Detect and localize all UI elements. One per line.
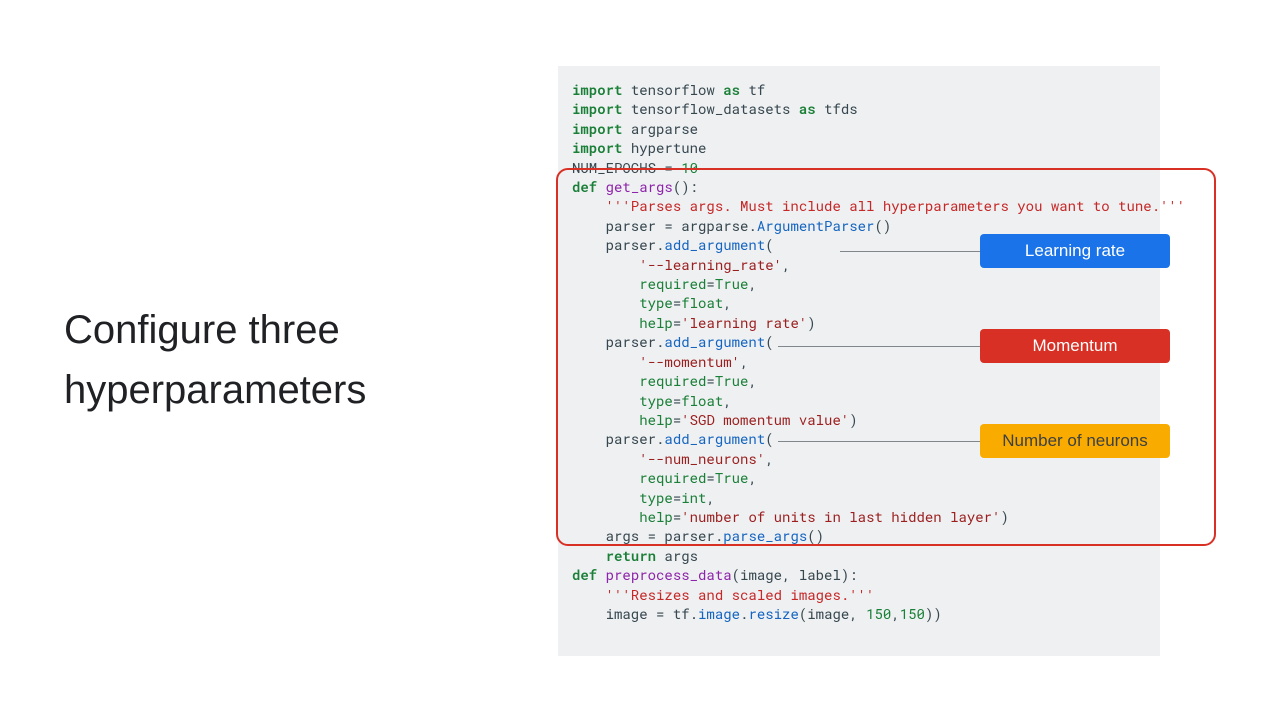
tok: preprocess_data [606, 565, 732, 584]
tok: = [673, 293, 681, 312]
tok: float [681, 293, 723, 312]
tok: parser = argparse. [572, 216, 757, 235]
tok: type [572, 391, 673, 410]
tok: import [572, 119, 622, 138]
tok: ( [765, 332, 773, 351]
tok: hypertune [622, 138, 706, 157]
tok: as [723, 80, 740, 99]
tok: parse_args [723, 526, 807, 545]
tok: ( [765, 429, 773, 448]
tok: def [572, 177, 606, 196]
tok: 150 [866, 604, 891, 623]
tok: type [572, 488, 673, 507]
tok: = [706, 371, 714, 390]
tok: ) [849, 410, 857, 429]
tok: argparse [622, 119, 698, 138]
tok: import [572, 80, 622, 99]
tok: add_argument [664, 332, 765, 351]
tok: 'number of units in last hidden layer' [681, 507, 1000, 526]
tok: 'SGD momentum value' [681, 410, 849, 429]
tok: (): [673, 177, 698, 196]
tok: float [681, 391, 723, 410]
tok: tfds [816, 99, 858, 118]
tok: )) [925, 604, 942, 623]
tok: int [681, 488, 706, 507]
tok: ) [1001, 507, 1009, 526]
tok: ArgumentParser [757, 216, 875, 235]
tok: , [740, 352, 748, 371]
tok: image [698, 604, 740, 623]
tok: help [572, 313, 673, 332]
tok: parser. [572, 332, 664, 351]
tok: import [572, 99, 622, 118]
tok: NUM_EPOCHS = [572, 158, 681, 177]
tok: = [706, 274, 714, 293]
tok: ( [765, 235, 773, 254]
tok: () [874, 216, 891, 235]
tok: (image, label): [732, 565, 858, 584]
tok: '--momentum' [572, 352, 740, 371]
tok: 150 [900, 604, 925, 623]
tok: , [748, 468, 756, 487]
tok: 'learning rate' [681, 313, 807, 332]
tok: args [664, 546, 698, 565]
slide-title: Configure three hyperparameters [64, 300, 504, 420]
tok: return [572, 546, 664, 565]
tok: True [715, 468, 749, 487]
tok: import [572, 138, 622, 157]
tok: '''Parses args. Must include all hyperpa… [572, 196, 1185, 215]
tok: = [673, 391, 681, 410]
tok: as [799, 99, 816, 118]
tok: (image, [799, 604, 866, 623]
tok: '--learning_rate' [572, 255, 782, 274]
tok: type [572, 293, 673, 312]
tok: = [673, 488, 681, 507]
tok: , [723, 391, 731, 410]
tok: , [765, 449, 773, 468]
tok: True [715, 371, 749, 390]
tok: '''Resizes and scaled images.''' [572, 585, 874, 604]
tok: ) [807, 313, 815, 332]
tok: , [748, 274, 756, 293]
tok: args = parser. [572, 526, 723, 545]
tok: def [572, 565, 606, 584]
tok: '--num_neurons' [572, 449, 765, 468]
tok: parser. [572, 235, 664, 254]
tok: get_args [606, 177, 673, 196]
tok: True [715, 274, 749, 293]
tok: , [748, 371, 756, 390]
tok: image = tf. [572, 604, 698, 623]
tok: = [673, 507, 681, 526]
tok: tf [740, 80, 765, 99]
tok: help [572, 507, 673, 526]
tok: add_argument [664, 235, 765, 254]
tok: = [706, 468, 714, 487]
tok: tensorflow_datasets [622, 99, 798, 118]
tok: () [807, 526, 824, 545]
tok: = [673, 313, 681, 332]
tok: , [706, 488, 714, 507]
tok: , [723, 293, 731, 312]
tok: 10 [681, 158, 698, 177]
tok: , [782, 255, 790, 274]
tok: required [572, 274, 706, 293]
tok: = [673, 410, 681, 429]
tok: add_argument [664, 429, 765, 448]
code-block: import tensorflow as tf import tensorflo… [558, 66, 1160, 656]
tok: resize [748, 604, 798, 623]
tok: parser. [572, 429, 664, 448]
tok: required [572, 371, 706, 390]
tok: help [572, 410, 673, 429]
tok: required [572, 468, 706, 487]
tok: , [891, 604, 899, 623]
tok: tensorflow [622, 80, 723, 99]
